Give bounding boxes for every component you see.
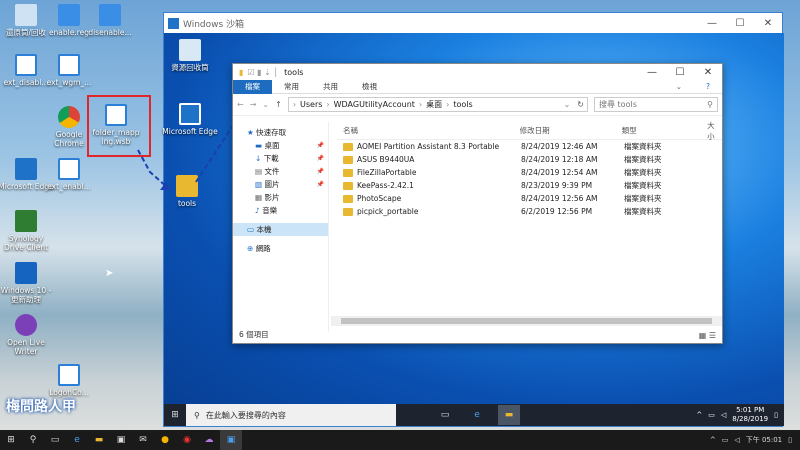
status-item-count: 6 個項目 [239,330,269,339]
column-date[interactable]: 修改日期 [520,125,622,136]
tab-home[interactable]: 常用 [272,80,311,94]
folder-icon [343,181,353,190]
explorer-titlebar: ▮ ☑ ▮ ⇣ │ tools — ☐ ✕ [233,64,722,80]
start-icon[interactable]: ⊞ [0,430,22,450]
explorer-title: tools [284,67,304,77]
close-button[interactable]: ✕ [694,67,722,78]
pin-icon: 📌 [316,181,324,188]
table-row[interactable]: picpick_portable 6/2/2019 12:56 PM 檔案資料夾 [337,205,722,218]
table-row[interactable]: FileZillaPortable 8/24/2019 12:54 AM 檔案資料夾 [337,166,722,179]
ribbon-expand-icon[interactable]: ⌄ [664,80,694,94]
tab-file[interactable]: 檔案 [233,79,272,94]
horizontal-scrollbar[interactable] [331,316,722,326]
scrollbar-thumb[interactable] [341,318,712,324]
host-clock: 下午 05:01 [745,436,783,444]
table-row[interactable]: KeePass-2.42.1 8/23/2019 9:39 PM 檔案資料夾 [337,179,722,192]
column-name[interactable]: 名稱 [337,125,520,136]
search-icon: ⚲ [707,100,713,109]
view-toggle-icons[interactable]: ▦ ☰ [699,331,716,340]
nav-music[interactable]: ♪ 音樂 [233,204,328,217]
file-explorer-icon[interactable]: ▬ [88,430,110,450]
search-input[interactable]: 搜尋 tools ⚲ [594,97,718,112]
address-dropdown-icon[interactable]: ⌄ [564,100,571,109]
tab-view[interactable]: 檢視 [350,80,389,94]
open-live-writer-icon[interactable]: ☁ [198,430,220,450]
sandbox-taskbar-icon[interactable]: ▣ [220,430,242,450]
folder-icon [343,155,353,164]
nav-pictures[interactable]: ▧ 圖片 📌 [233,178,328,191]
nav-documents[interactable]: ▤ 文件 📌 [233,165,328,178]
pin-icon: 📌 [316,142,324,149]
recent-chevron-icon[interactable]: ⌄ [262,100,269,109]
search-icon[interactable]: ⚲ [22,430,44,450]
arrow-to-folder [137,149,169,189]
table-row[interactable]: PhotoScape 8/24/2019 12:56 AM 檔案資料夾 [337,192,722,205]
tab-share[interactable]: 共用 [311,80,350,94]
column-type[interactable]: 類型 [622,125,707,136]
navigation-pane: ★ 快速存取 ▬ 桌面 📌 ↓ 下載 📌 ▤ 文件 📌 ▧ 圖片 📌 ▦ 影片 ♪ 音樂… [233,122,329,332]
nav-videos[interactable]: ▦ 影片 [233,191,328,204]
path-segment[interactable]: 桌面 [426,99,442,110]
folder-icon [343,168,353,177]
quick-access-toolbar[interactable]: ☑ ▮ ⇣ │ [247,68,278,77]
edge-icon[interactable]: e [66,430,88,450]
folder-icon [343,207,353,216]
volume-icon[interactable]: ◁ [734,436,739,444]
up-arrow-icon[interactable]: ↑ [275,100,282,109]
table-row[interactable]: AOMEI Partition Assistant 8.3 Portable 8/… [337,140,722,153]
nav-quick-access[interactable]: ★ 快速存取 [233,126,328,139]
column-size[interactable]: 大小 [707,120,722,142]
chrome-icon[interactable]: ● [154,430,176,450]
notification-icon[interactable]: ▯ [788,436,792,444]
nav-this-pc[interactable]: ▭ 本機 [233,223,328,236]
nav-network[interactable]: ⊕ 網路 [233,242,328,255]
app-icon[interactable]: ◉ [176,430,198,450]
folder-icon [343,194,353,203]
task-view-icon[interactable]: ▭ [44,430,66,450]
column-headers: 名稱 修改日期 類型 大小 [337,120,722,142]
address-row: ← → ⌄ ↑ › Users › WDAGUtilityAccount › 桌面 ›… [233,94,722,116]
chevron-up-icon[interactable]: ^ [710,436,716,444]
nav-downloads[interactable]: ↓ 下載 📌 [233,152,328,165]
ribbon-tabs: 檔案 常用 共用 檢視 ⌄ ? [233,79,722,94]
path-segment[interactable]: WDAGUtilityAccount [334,100,415,109]
path-prefix-chevron-icon: › [292,100,297,109]
host-taskbar: ⊞ ⚲ ▭ e ▬ ▣ ✉ ● ◉ ☁ ▣ ^ ▭ ◁ 下午 05:01 ▯ [0,430,800,450]
folder-icon [343,142,353,151]
path-segment[interactable]: Users [300,100,322,109]
minimize-button[interactable]: — [638,67,666,78]
back-arrow-icon[interactable]: ← [237,100,244,109]
store-icon[interactable]: ▣ [110,430,132,450]
watermark: 梅問路人甲 [6,399,76,415]
forward-arrow-icon[interactable]: → [250,100,257,109]
pin-icon: 📌 [316,168,324,175]
file-list: 名稱 修改日期 類型 大小 AOMEI Partition Assistant … [337,120,722,322]
address-bar[interactable]: › Users › WDAGUtilityAccount › 桌面 › tools ⌄… [287,97,588,112]
refresh-icon[interactable]: ↻ [574,100,587,109]
explorer-window[interactable]: ▮ ☑ ▮ ⇣ │ tools — ☐ ✕ 檔案 常用 共用 檢視 ⌄ ? ← → … [232,63,723,344]
folder-icon: ▮ [239,67,244,77]
network-icon[interactable]: ▭ [722,436,729,444]
path-segment[interactable]: tools [453,100,472,109]
help-icon[interactable]: ? [694,80,722,94]
host-tray: ^ ▭ ◁ 下午 05:01 ▯ [710,435,800,445]
pin-icon: 📌 [316,155,324,162]
nav-desktop[interactable]: ▬ 桌面 📌 [233,139,328,152]
table-row[interactable]: ASUS B9440UA 8/24/2019 12:18 AM 檔案資料夾 [337,153,722,166]
maximize-button[interactable]: ☐ [666,67,694,78]
mail-icon[interactable]: ✉ [132,430,154,450]
